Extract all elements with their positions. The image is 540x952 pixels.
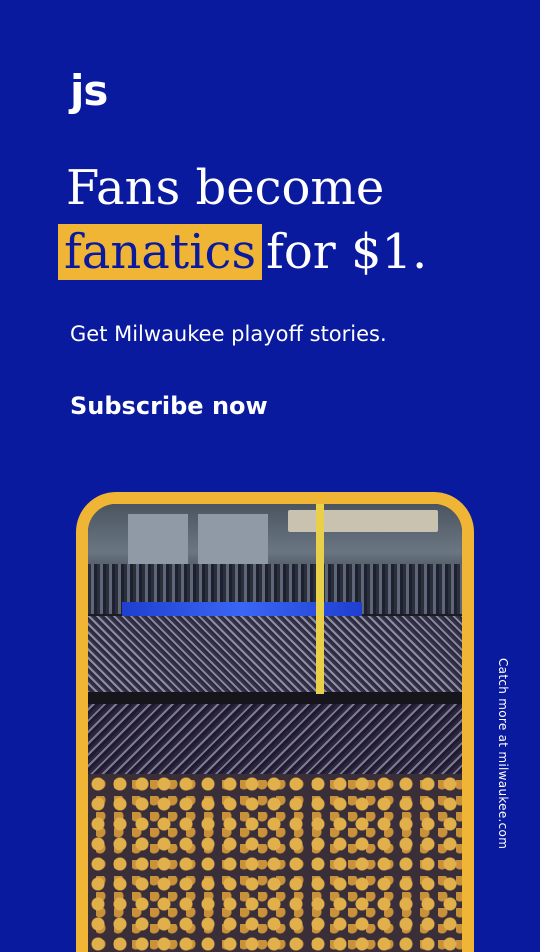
phone-side-button: [76, 694, 82, 724]
ribbon-board: [122, 602, 362, 616]
phone-side-button: [76, 754, 82, 794]
subtitle: Get Milwaukee playoff stories.: [70, 322, 387, 346]
phone-side-button: [468, 754, 474, 814]
subscribe-button[interactable]: Subscribe now: [70, 392, 268, 420]
mid-crowd: [88, 616, 462, 696]
foul-pole: [316, 504, 324, 694]
stadium-photo: [88, 504, 462, 952]
stadium-signboard: [288, 510, 438, 532]
headline-line-2: fanatics for $1.: [58, 220, 526, 284]
headline-line-2-rest: for $1.: [266, 224, 428, 280]
rally-towels-crowd: [88, 774, 462, 952]
roof-window: [128, 514, 188, 564]
roof-window: [198, 514, 268, 564]
headline-highlight: fanatics: [58, 224, 263, 280]
headline-line-1: Fans become: [66, 160, 385, 216]
headline: Fans become fanatics for $1.: [58, 156, 526, 284]
phone-frame: [76, 492, 474, 952]
side-link[interactable]: Catch more at milwaukee.com: [496, 658, 510, 849]
brand-logo: js: [70, 66, 108, 115]
